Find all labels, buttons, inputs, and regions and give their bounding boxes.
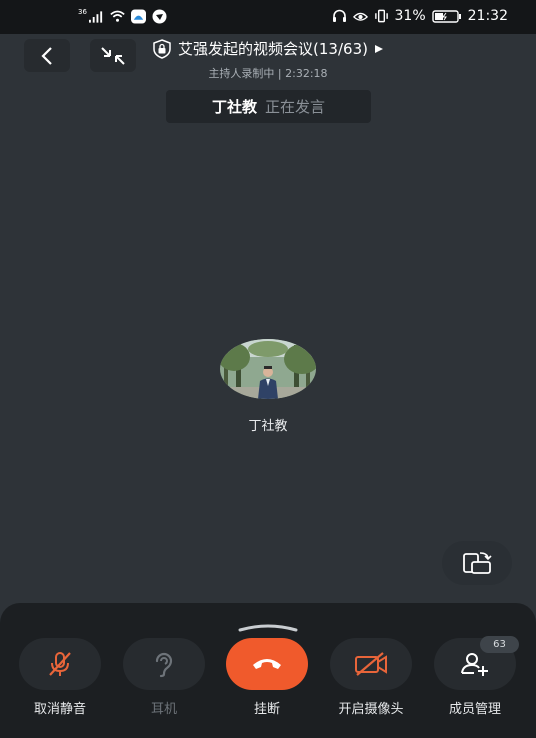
unmute-label: 取消静音 <box>33 702 86 717</box>
camera-off-icon <box>355 652 387 676</box>
expand-arrow-icon <box>374 44 383 53</box>
recording-status: 主持人录制中 | 2:32:18 <box>208 66 328 80</box>
meeting-title-row[interactable]: 艾强发起的视频会议(13/63) <box>152 38 384 59</box>
secure-lock-icon <box>153 38 171 59</box>
phone-hangup-icon <box>253 659 281 669</box>
mic-muted-icon <box>49 652 71 676</box>
earpiece-label: 耳机 <box>150 702 177 717</box>
meeting-title: 艾强发起的视频会议(13/63) <box>178 40 368 58</box>
app-notification-icon-2 <box>152 9 167 24</box>
switch-view-button[interactable] <box>442 541 512 585</box>
battery-icon <box>431 9 462 24</box>
add-member-icon <box>461 653 488 676</box>
headset-icon <box>332 9 347 24</box>
hangup-button[interactable] <box>226 638 308 690</box>
status-bar: 36 31% 21:32 <box>0 0 536 34</box>
hangup-label: 挂断 <box>253 702 280 717</box>
camera-button[interactable] <box>330 638 412 690</box>
meeting-header: 艾强发起的视频会议(13/63) 主持人录制中 | 2:32:18 <box>0 38 536 81</box>
app-notification-icon <box>130 9 146 24</box>
clock: 21:32 <box>467 8 508 24</box>
members-label: 成员管理 <box>448 702 501 717</box>
speaker-status: 正在发言 <box>265 98 326 116</box>
ear-icon <box>155 652 173 678</box>
wifi-icon <box>110 9 125 24</box>
switch-layout-icon <box>463 552 492 574</box>
unmute-button[interactable] <box>19 638 101 690</box>
network-type: 36 <box>78 7 87 16</box>
vibrate-icon <box>374 9 389 24</box>
signal-icon <box>88 9 104 24</box>
avatar <box>220 339 316 399</box>
active-speaker-banner: 丁社教 正在发言 <box>166 90 371 123</box>
participant-name: 丁社教 <box>248 419 288 434</box>
camera-label: 开启摄像头 <box>338 702 404 717</box>
battery-percent: 31% <box>394 8 426 24</box>
speaker-name: 丁社教 <box>211 98 257 116</box>
earpiece-button[interactable] <box>123 638 205 690</box>
panel-handle[interactable] <box>238 617 298 632</box>
members-count-badge: 63 <box>480 636 519 653</box>
eye-comfort-icon <box>352 9 368 24</box>
